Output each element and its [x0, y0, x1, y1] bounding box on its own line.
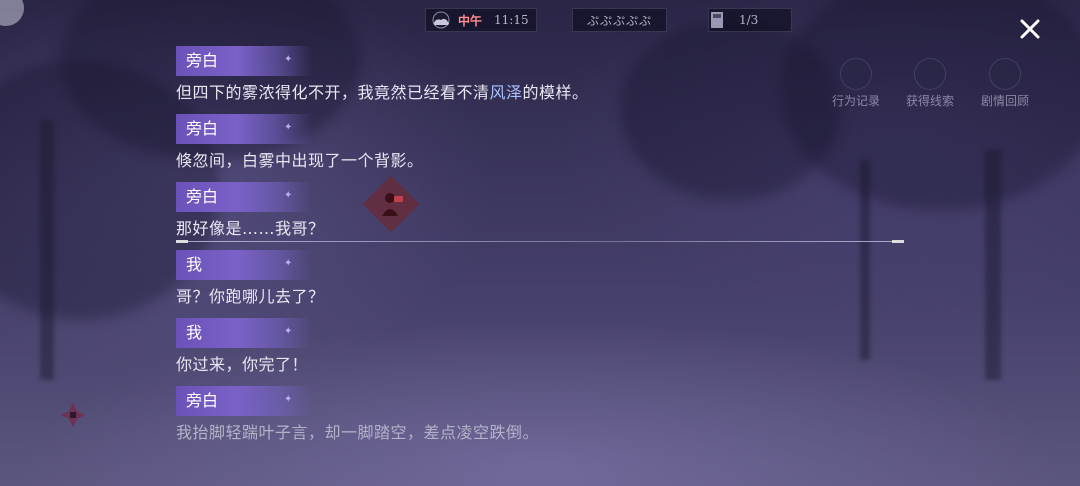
clock-time: 11:15 [494, 13, 529, 27]
cloud-moon-icon [432, 11, 450, 29]
progress-count: 1/3 [739, 13, 759, 27]
log-entry: 我 ✦ 哥？你跑哪儿去了？ [176, 250, 916, 318]
affection-meter: ぷぷぷぷぷ [572, 8, 667, 32]
log-entry: 旁白 ✦ 但四下的雾浓得化不开，我竟然已经看不清风泽的模样。 [176, 46, 916, 114]
sparkle-icon: ✦ [284, 122, 293, 133]
close-icon[interactable] [1015, 14, 1045, 44]
story-review-button[interactable]: 剧情回顾 [970, 58, 1040, 109]
dialog-line: 我抬脚轻踹叶子言，却一脚踏空，差点凌空跌倒。 [176, 423, 540, 442]
affection-hearts: ぷぷぷぷぷ [586, 13, 652, 28]
sparkle-icon: ✦ [284, 190, 293, 201]
dialog-line: 你过来，你完了！ [176, 355, 309, 374]
log-entry: 旁白 ✦ 我抬脚轻踹叶子言，却一脚踏空，差点凌空跌倒。 [176, 386, 916, 454]
chapter-progress: 1/3 [708, 8, 792, 32]
sparkle-icon: ✦ [284, 258, 293, 269]
sparkle-icon: ✦ [284, 54, 293, 65]
story-review-label: 剧情回顾 [980, 94, 1029, 108]
dialog-log[interactable]: 旁白 ✦ 但四下的雾浓得化不开，我竟然已经看不清风泽的模样。 旁白 ✦ 倏忽间，… [176, 46, 916, 454]
back-button[interactable] [0, 0, 24, 26]
log-entry: 我 ✦ 你过来，你完了！ [176, 318, 916, 386]
log-entry: 旁白 ✦ 那好像是……我哥？ [176, 182, 916, 250]
current-position-divider [176, 240, 904, 243]
dialog-line: 那好像是……我哥？ [176, 219, 325, 238]
dialog-line: 哥？你跑哪儿去了？ [176, 287, 325, 306]
time-display: 中午 11:15 [425, 8, 537, 32]
story-review-icon [989, 58, 1021, 90]
log-entry: 旁白 ✦ 倏忽间，白雾中出现了一个背影。 [176, 114, 916, 182]
character-name-highlight: 风泽 [489, 83, 523, 102]
compass-icon[interactable] [60, 402, 86, 428]
dialog-line: 但四下的雾浓得化不开，我竟然已经看不清风泽的模样。 [176, 83, 589, 102]
clues-icon [914, 58, 946, 90]
book-icon [711, 12, 723, 28]
dialog-line: 倏忽间，白雾中出现了一个背影。 [176, 151, 424, 170]
time-period: 中午 [458, 13, 483, 28]
sparkle-icon: ✦ [284, 394, 293, 405]
sparkle-icon: ✦ [284, 326, 293, 337]
